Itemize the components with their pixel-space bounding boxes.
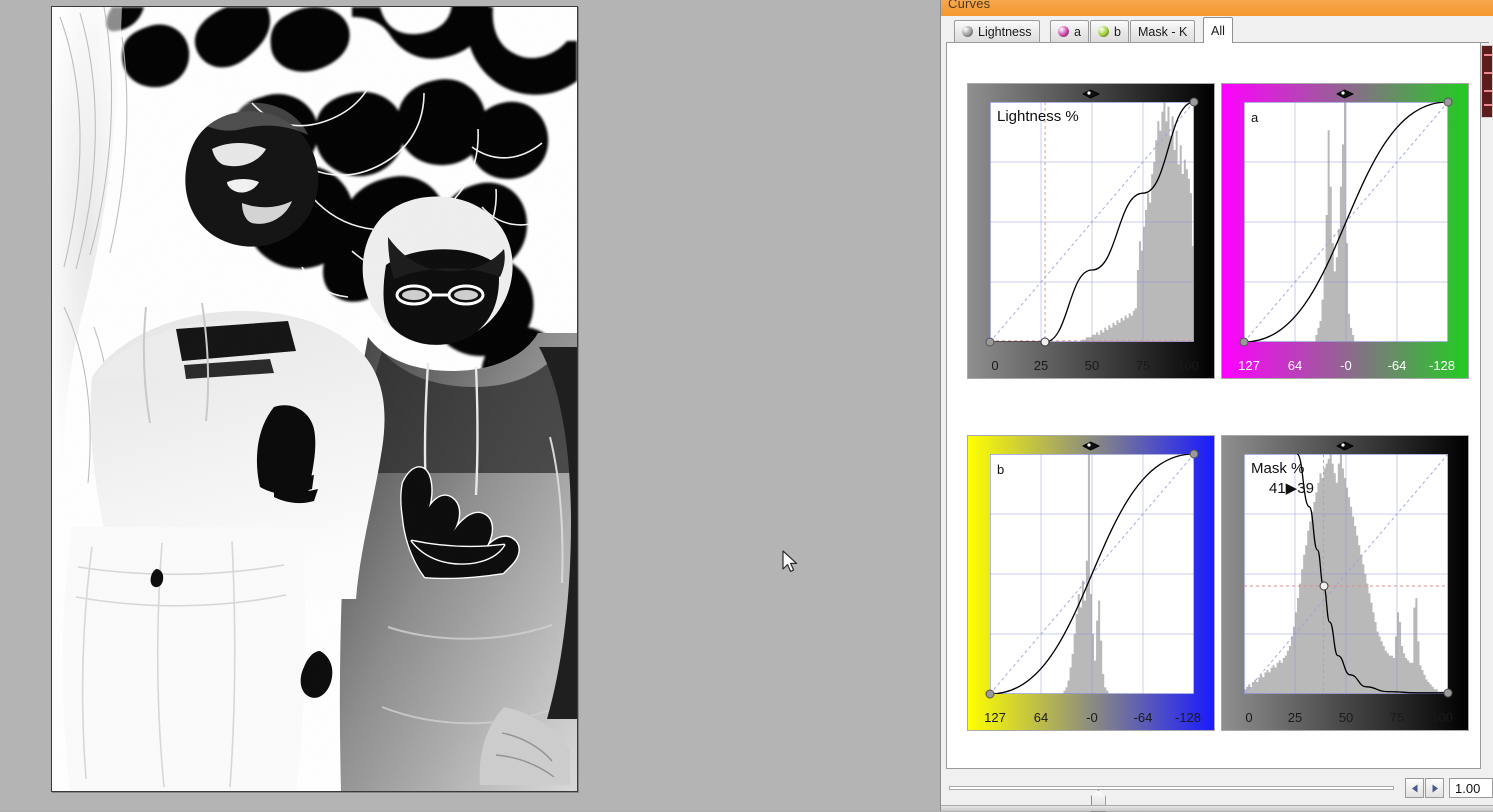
channel-label-mask: Mask %	[1251, 460, 1305, 477]
curve-endpoint-handle[interactable]	[1443, 688, 1453, 698]
axis-labels-a: 127 64 -0 -64 -128	[1222, 356, 1468, 374]
edited-photograph	[52, 7, 577, 791]
curve-plot-a[interactable]	[1239, 97, 1453, 347]
tab-b[interactable]: b	[1090, 20, 1129, 42]
tab-label: Mask - K	[1138, 24, 1188, 39]
axis-tick-label: 50	[1084, 357, 1100, 373]
channel-label-lightness: Lightness %	[997, 108, 1079, 125]
triangle-right-icon[interactable]	[1425, 778, 1444, 798]
axis-tick-label: 25	[1287, 709, 1303, 725]
gradient-marker-icon[interactable]	[1081, 438, 1101, 451]
axis-tick-label: -128	[1174, 709, 1202, 725]
tab-label: Lightness	[978, 24, 1032, 39]
gradient-marker-icon[interactable]	[1081, 86, 1101, 99]
channel-chip-icon	[1058, 26, 1069, 37]
channel-tab-strip[interactable]: Lightness a b Mask - K All	[941, 16, 1493, 43]
window-title-bar[interactable]: Curves	[941, 0, 1493, 16]
axis-tick-label: 100	[1177, 357, 1199, 373]
curves-window: Curves Lightness a b Mask - K All Lightness …	[940, 0, 1493, 812]
axis-labels-mask: 0 25 50 75 100	[1222, 708, 1468, 726]
curve-endpoint-handle[interactable]	[1239, 337, 1249, 347]
axis-tick-label: 50	[1338, 709, 1354, 725]
curve-endpoint-handle[interactable]	[1189, 97, 1199, 107]
axis-tick-label: 64	[1287, 357, 1303, 373]
gradient-marker-icon[interactable]	[1335, 86, 1355, 99]
curve-panel-lightness[interactable]: Lightness % 0 25 50 75 100	[967, 83, 1215, 379]
curve-plot-lightness[interactable]	[985, 97, 1199, 347]
tab-label: a	[1074, 24, 1081, 39]
channel-label-a: a	[1251, 110, 1259, 125]
bottom-control-bar: 1.00	[946, 775, 1493, 812]
curve-endpoint-handle[interactable]	[985, 337, 995, 347]
tab-mask-k[interactable]: Mask - K	[1130, 20, 1196, 42]
window-bottom-edge	[941, 805, 1493, 811]
curve-panel-b[interactable]: b 127 64 -0 -64 -128	[967, 435, 1215, 731]
tab-lightness[interactable]: Lightness	[954, 20, 1040, 42]
image-canvas-area[interactable]	[0, 0, 940, 811]
tab-label: b	[1114, 24, 1121, 39]
axis-labels-b: 127 64 -0 -64 -128	[968, 708, 1214, 726]
mask-readout: 41▶39	[1269, 480, 1314, 497]
curve-panel-a[interactable]: a 127 64 -0 -64 -128	[1221, 83, 1469, 379]
axis-tick-label: 25	[1033, 357, 1049, 373]
arrow-cursor-icon	[782, 550, 800, 576]
axis-tick-label: 64	[1033, 709, 1049, 725]
axis-tick-label: 0	[1245, 709, 1253, 725]
curve-panel-mask[interactable]: Mask % 41▶39 0 25 50 75 100	[1221, 435, 1469, 731]
axis-tick-label: 100	[1431, 709, 1453, 725]
curve-endpoint-handle[interactable]	[1443, 97, 1453, 107]
amount-value-field[interactable]: 1.00	[1449, 778, 1493, 798]
axis-tick-label: 127	[984, 709, 1006, 725]
axis-tick-label: -64	[1133, 709, 1153, 725]
channel-label-b: b	[997, 462, 1005, 477]
curve-control-point[interactable]	[1040, 337, 1050, 347]
amount-slider[interactable]	[949, 786, 1394, 812]
tab-all[interactable]: All	[1203, 17, 1233, 43]
tab-label: All	[1211, 23, 1225, 38]
axis-tick-label: 127	[1238, 357, 1260, 373]
axis-tick-label: 0	[991, 357, 999, 373]
channel-chip-icon	[962, 26, 973, 37]
tab-a[interactable]: a	[1050, 20, 1089, 42]
curve-endpoint-handle[interactable]	[985, 689, 995, 699]
window-title: Curves	[948, 0, 991, 11]
axis-tick-label: -64	[1387, 357, 1407, 373]
axis-labels-lightness: 0 25 50 75 100	[968, 356, 1214, 374]
curve-plot-b[interactable]	[985, 449, 1199, 699]
axis-tick-label: -128	[1428, 357, 1456, 373]
curve-control-point[interactable]	[1319, 581, 1329, 591]
curve-endpoint-handle[interactable]	[1189, 449, 1199, 459]
triangle-left-icon[interactable]	[1405, 778, 1424, 798]
axis-tick-label: -0	[1340, 357, 1352, 373]
curves-pane: Lightness % 0 25 50 75 100 a 127 64 -0 -64 -128 b 127…	[946, 42, 1481, 769]
axis-tick-label: 75	[1389, 709, 1405, 725]
axis-tick-label: 75	[1135, 357, 1151, 373]
app-root: Curves Lightness a b Mask - K All Lightness …	[0, 0, 1493, 812]
axis-tick-label: -0	[1086, 709, 1098, 725]
gradient-marker-icon[interactable]	[1335, 438, 1355, 451]
image-frame[interactable]	[51, 6, 578, 792]
channel-chip-icon	[1098, 26, 1109, 37]
clipped-side-panel[interactable]	[1481, 45, 1493, 118]
